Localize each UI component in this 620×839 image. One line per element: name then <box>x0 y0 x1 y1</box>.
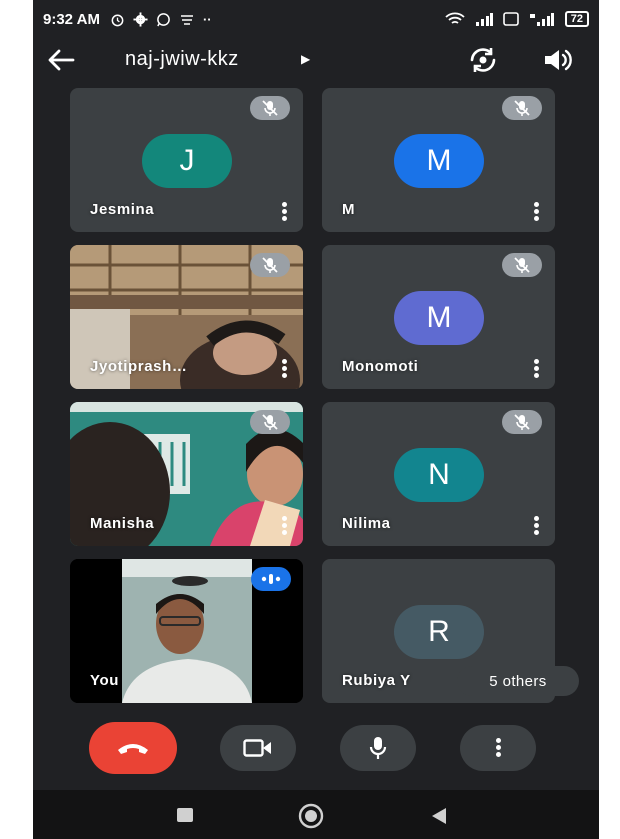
signal-4g-icon <box>529 13 554 26</box>
speaker-icon[interactable] <box>541 46 573 74</box>
participant-tile-monomoti[interactable]: M Monomoti <box>322 245 555 389</box>
participant-name: Monomoti <box>342 358 419 375</box>
whatsapp-icon <box>157 12 170 26</box>
participant-name: Manisha <box>90 515 155 532</box>
meeting-code[interactable]: naj-jwiw-kkz <box>125 48 239 71</box>
participant-options-icon[interactable] <box>531 201 541 223</box>
avatar: R <box>394 605 484 659</box>
participant-tile-m[interactable]: M M <box>322 88 555 232</box>
system-navigation-bar <box>33 790 599 839</box>
more-options-button[interactable] <box>460 725 536 771</box>
participant-tile-you[interactable]: You <box>70 559 303 703</box>
muted-mic-icon <box>502 96 542 120</box>
participant-tile-jyotiprash[interactable]: Jyotiprash… <box>70 245 303 389</box>
avatar: M <box>394 291 484 345</box>
participant-name: Jyotiprash… <box>90 358 188 375</box>
avatar: J <box>142 134 232 188</box>
muted-mic-icon <box>502 253 542 277</box>
participant-name: You <box>90 672 120 689</box>
microphone-icon <box>369 737 387 759</box>
others-count-chip[interactable]: 5 others <box>457 666 579 696</box>
meeting-header: naj-jwiw-kkz ▶ <box>33 38 599 82</box>
home-icon[interactable] <box>298 803 324 829</box>
participant-tile-manisha[interactable]: Manisha <box>70 402 303 546</box>
participant-options-icon[interactable] <box>531 515 541 537</box>
participant-name: Rubiya Y <box>342 672 411 689</box>
meet-screen: 9:32 AM ·· 72 naj-jwiw-kkz ▶ J Jesmina M… <box>33 0 599 839</box>
participant-options-icon[interactable] <box>279 358 289 380</box>
more-options-icon <box>493 737 503 759</box>
more-notifications-icon: ·· <box>202 11 212 27</box>
meeting-details-caret-icon[interactable]: ▶ <box>301 52 310 66</box>
volte-icon <box>502 12 519 26</box>
participant-name: Jesmina <box>90 201 155 218</box>
wifi-icon <box>445 12 465 24</box>
participant-name: Nilima <box>342 515 391 532</box>
avatar: N <box>394 448 484 502</box>
signal-icon <box>475 13 493 26</box>
status-bar: 9:32 AM ·· 72 <box>33 0 599 38</box>
muted-mic-icon <box>250 253 290 277</box>
avatar: M <box>394 134 484 188</box>
participant-name: M <box>342 201 356 218</box>
end-call-icon <box>118 744 148 754</box>
participant-options-icon[interactable] <box>279 515 289 537</box>
muted-mic-icon <box>250 410 290 434</box>
gear-icon <box>133 11 148 27</box>
participant-options-icon[interactable] <box>279 201 289 223</box>
participant-tile-nilima[interactable]: N Nilima <box>322 402 555 546</box>
call-controls <box>33 710 599 790</box>
battery-indicator: 72 <box>564 11 589 27</box>
back-arrow-icon[interactable] <box>45 46 77 74</box>
switch-camera-icon[interactable] <box>467 46 499 74</box>
microphone-button[interactable] <box>340 725 416 771</box>
muted-mic-icon <box>502 410 542 434</box>
muted-mic-icon <box>250 96 290 120</box>
speaking-indicator-icon <box>251 567 291 591</box>
end-call-button[interactable] <box>89 722 177 774</box>
recent-apps-icon[interactable] <box>176 807 194 823</box>
alarm-icon <box>111 14 124 26</box>
participant-tile-jesmina[interactable]: J Jesmina <box>70 88 303 232</box>
notification-icon <box>180 14 193 25</box>
back-nav-icon[interactable] <box>431 807 447 825</box>
camera-button[interactable] <box>220 725 296 771</box>
camera-icon <box>243 739 271 757</box>
status-time: 9:32 AM <box>43 10 100 28</box>
participant-options-icon[interactable] <box>531 358 541 380</box>
